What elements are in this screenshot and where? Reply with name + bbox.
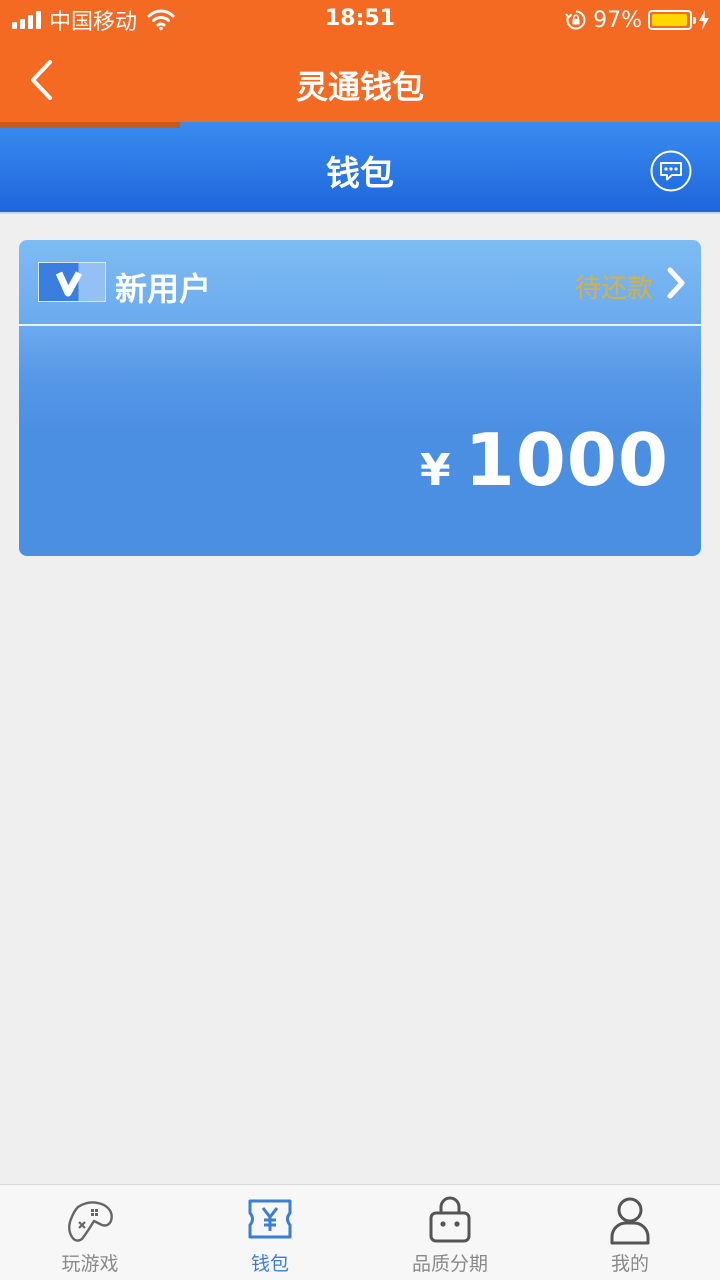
repayment-status: 待还款 [574, 274, 653, 304]
tab-wallet[interactable]: 钱包 [180, 1185, 360, 1280]
status-right: 97% [565, 6, 710, 34]
balance-amount: ¥ 1000 [420, 418, 669, 502]
header-divider [0, 212, 720, 214]
amount-value: 1000 [464, 418, 669, 502]
user-name: 新用户 [115, 270, 212, 308]
tab-label: 品质分期 [411, 1253, 488, 1275]
tab-label: 钱包 [250, 1253, 289, 1275]
battery-icon [648, 10, 696, 30]
tab-label: 玩游戏 [61, 1253, 119, 1275]
gamepad-icon [68, 1201, 113, 1242]
wallet-header: 钱包 [0, 122, 720, 212]
header-accent-strip [0, 122, 180, 128]
page-title: 灵通钱包 [295, 68, 424, 106]
wallet-card[interactable]: 新用户 待还款 ¥ 1000 [19, 240, 701, 556]
status-bar: 中国移动 18:51 97% [0, 0, 720, 40]
rotation-lock-icon [565, 10, 586, 30]
tab-label: 我的 [610, 1253, 649, 1275]
battery-percent: 97% [593, 7, 642, 33]
wallet-title: 钱包 [326, 154, 394, 194]
message-button[interactable] [650, 150, 692, 192]
user-icon [610, 1197, 650, 1245]
tab-mine[interactable]: 我的 [540, 1185, 720, 1280]
currency-symbol: ¥ [419, 445, 451, 496]
wallet-yen-icon [248, 1199, 292, 1239]
v-logo-icon [38, 262, 106, 302]
chat-bubble-icon [650, 150, 692, 192]
shopping-bag-icon [429, 1196, 471, 1243]
card-header-row[interactable]: 新用户 待还款 [19, 240, 701, 326]
chevron-right-icon [667, 267, 685, 299]
tab-bar: 玩游戏 钱包 品质分期 我的 [0, 1184, 720, 1280]
tab-installments[interactable]: 品质分期 [360, 1185, 540, 1280]
nav-bar: 灵通钱包 [0, 40, 720, 122]
charging-bolt-icon [699, 10, 709, 30]
v-letter-icon [55, 271, 83, 297]
tab-play-games[interactable]: 玩游戏 [0, 1185, 180, 1280]
